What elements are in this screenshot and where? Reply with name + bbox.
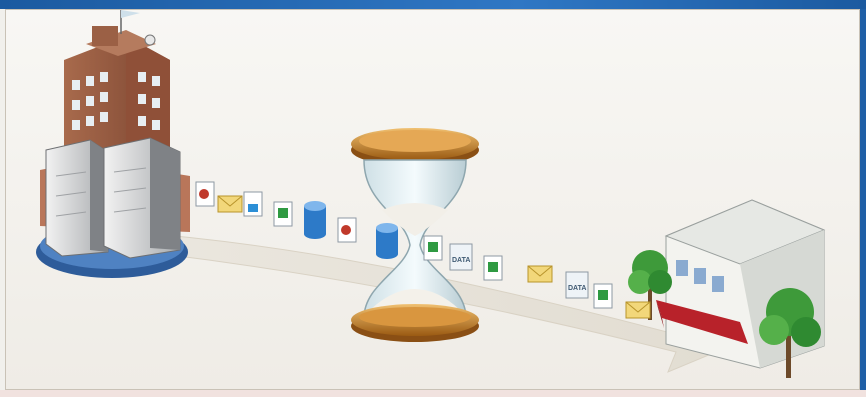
server-rack-icon (45, 137, 181, 259)
document-icon (243, 191, 263, 217)
data-file-icon: DATA (565, 271, 589, 299)
email-icon (217, 195, 243, 213)
illustration-stage: DATA DATA (0, 0, 866, 397)
email-icon (625, 301, 651, 319)
spreadsheet-icon (483, 255, 503, 281)
document-icon (337, 217, 357, 243)
spreadsheet-icon (423, 235, 443, 261)
data-file-label: DATA (452, 257, 470, 264)
spreadsheet-icon (593, 283, 613, 309)
email-icon (527, 265, 553, 283)
data-file-icon: DATA (449, 243, 473, 271)
database-icon (376, 223, 398, 259)
hourglass-icon (351, 128, 479, 342)
database-icon (304, 201, 326, 239)
data-file-label: DATA (568, 285, 586, 292)
document-icon (195, 181, 215, 207)
spreadsheet-icon (273, 201, 293, 227)
data-flow-illustration: DATA DATA (36, 10, 826, 378)
